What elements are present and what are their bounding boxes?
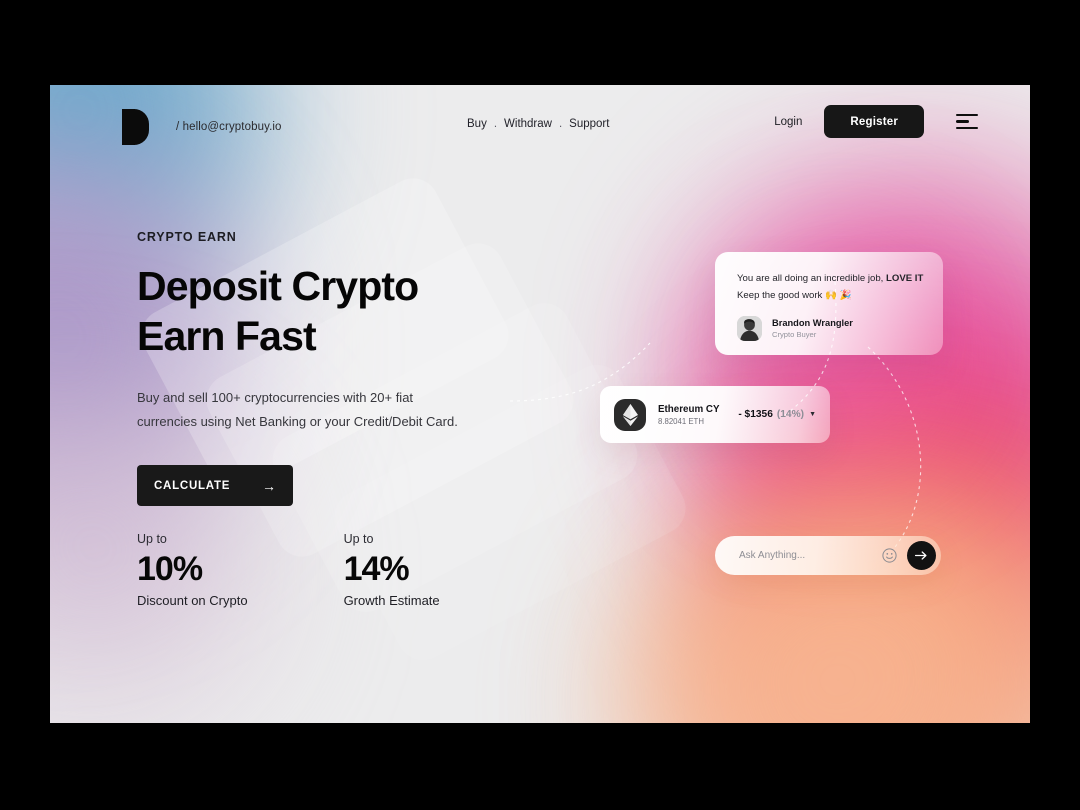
author-name: Brandon Wrangler [772, 318, 853, 329]
quote-text-part2: Keep the good work 🙌 🎉 [737, 290, 852, 301]
primary-nav: Buy . Withdraw . Support [467, 118, 609, 130]
hero-eyebrow: CRYPTO EARN [137, 230, 237, 244]
price-percent: (14%) [776, 409, 805, 420]
hamburger-line-3 [956, 127, 978, 130]
title-line-2: Earn Fast [137, 313, 317, 359]
stat-caption: Discount on Crypto [137, 593, 248, 608]
nav-separator-1: . [493, 118, 498, 130]
stat-discount: Up to 10% Discount on Crypto [137, 532, 248, 608]
arrow-right-icon [915, 551, 927, 560]
stat-value: 10% [137, 550, 203, 588]
stat-value: 14% [343, 550, 410, 588]
subtitle-line-1: Buy and sell 100+ cryptocurrencies with … [137, 390, 414, 405]
search-input-placeholder[interactable]: Ask Anything... [739, 550, 805, 561]
subtitle-line-2: currencies using Net Banking or your Cre… [137, 414, 458, 429]
hamburger-menu-icon[interactable] [956, 113, 978, 130]
quote-text-part1: You are all doing an incredible job, [737, 273, 886, 284]
stat-prefix: Up to [137, 532, 167, 546]
quote-text-bold: LOVE IT [886, 273, 924, 284]
stat-growth: Up to 14% Growth Estimate [344, 532, 440, 608]
site-header: / hello@cryptobuy.io Buy . Withdraw . Su… [50, 85, 1030, 169]
hero-subtitle: Buy and sell 100+ cryptocurrencies with … [137, 386, 497, 434]
nav-link-support[interactable]: Support [569, 118, 609, 130]
brand-email: / hello@cryptobuy.io [176, 121, 282, 133]
header-actions: Login Register [774, 105, 978, 138]
stats-row: Up to 10% Discount on Crypto Up to 14% G… [137, 532, 440, 608]
brand[interactable]: / hello@cryptobuy.io [122, 109, 282, 145]
testimonial-quote: You are all doing an incredible job, LOV… [737, 270, 925, 304]
landing-page: / hello@cryptobuy.io Buy . Withdraw . Su… [50, 85, 1030, 723]
coin-amount: 8.82041 ETH [658, 416, 704, 426]
screenshot-stage: / hello@cryptobuy.io Buy . Withdraw . Su… [0, 0, 1080, 810]
send-button[interactable] [907, 541, 936, 570]
user-avatar-icon [737, 316, 762, 341]
coin-price-change: - $1356 (14%) ▼ [738, 409, 816, 420]
title-line-1: Deposit Crypto [137, 263, 419, 309]
chevron-down-icon[interactable]: ▼ [809, 411, 816, 418]
arrow-right-icon: → [262, 477, 276, 494]
coin-name: Ethereum CY [658, 403, 720, 415]
calculate-button[interactable]: CALCULATE → [137, 465, 293, 506]
ethereum-balance-card[interactable]: Ethereum CY 8.82041 ETH - $1356 (14%) ▼ [600, 386, 830, 443]
gradient-blob-orange [640, 485, 1030, 723]
hamburger-line-1 [956, 113, 978, 116]
nav-link-withdraw[interactable]: Withdraw [504, 118, 552, 130]
smiley-face-icon [882, 548, 897, 563]
hamburger-line-2 [956, 120, 969, 123]
nav-link-buy[interactable]: Buy [467, 118, 487, 130]
price-value: - $1356 [738, 409, 773, 420]
calculate-button-label: CALCULATE [154, 479, 231, 492]
hero-section: CRYPTO EARN Deposit Crypto Earn Fast Buy… [137, 230, 557, 506]
avatar [737, 316, 762, 341]
page-title: Deposit Crypto Earn Fast [137, 261, 557, 361]
ethereum-icon [614, 398, 646, 431]
half-circle-logo-icon [122, 109, 149, 145]
smiley-icon[interactable] [882, 548, 897, 563]
ethereum-info: Ethereum CY 8.82041 ETH [658, 404, 720, 426]
testimonial-card: You are all doing an incredible job, LOV… [715, 252, 943, 355]
testimonial-author: Brandon Wrangler Crypto Buyer [737, 316, 925, 341]
stat-caption: Growth Estimate [343, 593, 440, 608]
login-button[interactable]: Login [774, 116, 802, 128]
author-role: Crypto Buyer [772, 329, 817, 339]
stat-prefix: Up to [343, 532, 374, 546]
ask-anything-box[interactable]: Ask Anything... [715, 536, 941, 575]
nav-separator-2: . [558, 118, 563, 130]
register-button[interactable]: Register [824, 105, 924, 138]
ethereum-diamond-icon [622, 403, 638, 426]
